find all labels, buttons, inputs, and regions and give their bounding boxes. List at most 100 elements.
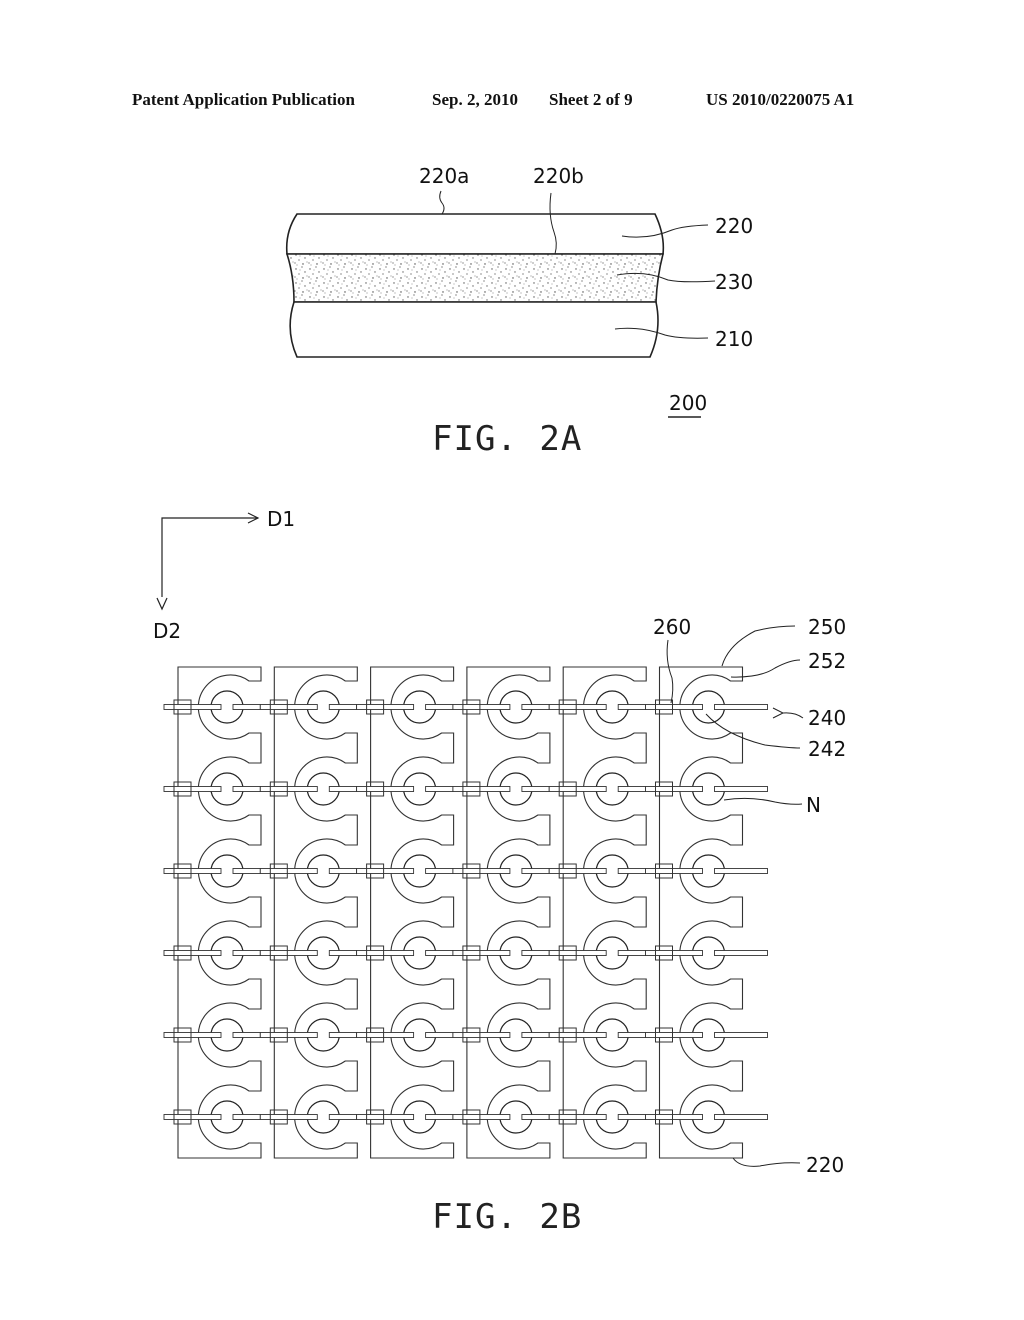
scan-line (259, 704, 318, 710)
label-200-assembly: 200 (669, 391, 707, 415)
scan-line (163, 704, 222, 710)
scan-line (548, 1114, 607, 1120)
scan-line (328, 950, 358, 956)
pixel-array (163, 666, 768, 1159)
scan-line (328, 1032, 358, 1038)
scan-line (548, 1032, 607, 1038)
scan-line (425, 704, 454, 710)
scan-line (645, 1114, 703, 1120)
scan-line (617, 868, 646, 874)
scan-line (356, 1032, 415, 1038)
scan-line (328, 786, 358, 792)
scan-line (645, 704, 703, 710)
scan-line (232, 1114, 261, 1120)
scan-line (521, 868, 550, 874)
scan-line (645, 786, 703, 792)
scan-line (714, 786, 768, 792)
scan-line (521, 1114, 550, 1120)
scan-line (259, 950, 318, 956)
scan-line (645, 950, 703, 956)
scan-line (548, 868, 607, 874)
scan-line (356, 868, 415, 874)
label-250: 250 (808, 615, 846, 639)
direction-axes (156, 512, 260, 611)
label-242: 242 (808, 737, 846, 761)
layer-230-adhesive (285, 253, 665, 303)
scan-line (548, 950, 607, 956)
fig2a-cross-section (285, 213, 665, 358)
label-240: 240 (808, 706, 846, 730)
scan-line (163, 1114, 222, 1120)
label-N: N (806, 793, 821, 817)
scan-line (645, 1032, 703, 1038)
scan-line (163, 868, 222, 874)
fig2a-caption: FIG. 2A (432, 419, 582, 459)
scan-line (617, 1032, 646, 1038)
scan-line (521, 786, 550, 792)
scan-line (714, 950, 768, 956)
scan-line (425, 786, 454, 792)
scan-line (452, 786, 511, 792)
scan-line (521, 704, 550, 710)
scan-line (356, 786, 415, 792)
scan-line (425, 868, 454, 874)
scan-line (617, 950, 646, 956)
pixel-block (370, 666, 455, 1159)
label-210: 210 (715, 327, 753, 351)
scan-line (356, 704, 415, 710)
scan-line (617, 786, 646, 792)
scan-line (328, 868, 358, 874)
layer-210 (289, 301, 659, 358)
scan-line (714, 1114, 768, 1120)
pixel-block (466, 666, 551, 1159)
label-230: 230 (715, 270, 753, 294)
label-220-substrate: 220 (806, 1153, 844, 1177)
scan-line (328, 1114, 358, 1120)
scan-line (617, 704, 646, 710)
scan-line (425, 950, 454, 956)
scan-line (259, 868, 318, 874)
scan-line (259, 786, 318, 792)
scan-line (356, 1114, 415, 1120)
scan-line (163, 950, 222, 956)
scan-line (452, 950, 511, 956)
scan-line (356, 950, 415, 956)
scan-line (328, 704, 358, 710)
scan-line (521, 1032, 550, 1038)
scan-line (714, 868, 768, 874)
scan-line (452, 1114, 511, 1120)
scan-line (714, 704, 768, 710)
label-220b: 220b (533, 164, 584, 188)
label-d1: D1 (267, 507, 295, 531)
scan-line (521, 950, 550, 956)
scan-line (452, 868, 511, 874)
scan-line (452, 1032, 511, 1038)
pixel-block (658, 666, 744, 1159)
scan-line (714, 1032, 768, 1038)
label-260-tft: 260 (653, 615, 691, 639)
scan-line (548, 704, 607, 710)
scan-line (232, 868, 261, 874)
pixel-block (273, 666, 358, 1159)
scan-line (232, 1032, 261, 1038)
label-252: 252 (808, 649, 846, 673)
scan-line (259, 1114, 318, 1120)
label-220a: 220a (419, 164, 469, 188)
scan-line (645, 868, 703, 874)
label-220: 220 (715, 214, 753, 238)
scan-line (163, 1032, 222, 1038)
label-d2: D2 (153, 619, 181, 643)
drawing-sheet: 220a 220b 220 230 210 200 FIG. 2A D1 D2 … (153, 164, 846, 1237)
scan-line (548, 786, 607, 792)
scan-line (232, 786, 261, 792)
layer-220 (285, 213, 665, 255)
scan-line (617, 1114, 646, 1120)
d2-arrowhead (156, 597, 168, 611)
scan-line (425, 1032, 454, 1038)
scan-line (259, 1032, 318, 1038)
scan-line (452, 704, 511, 710)
fig2b-caption: FIG. 2B (432, 1197, 582, 1237)
scan-line (163, 786, 222, 792)
pixel-block (562, 666, 647, 1159)
scan-line (425, 1114, 454, 1120)
